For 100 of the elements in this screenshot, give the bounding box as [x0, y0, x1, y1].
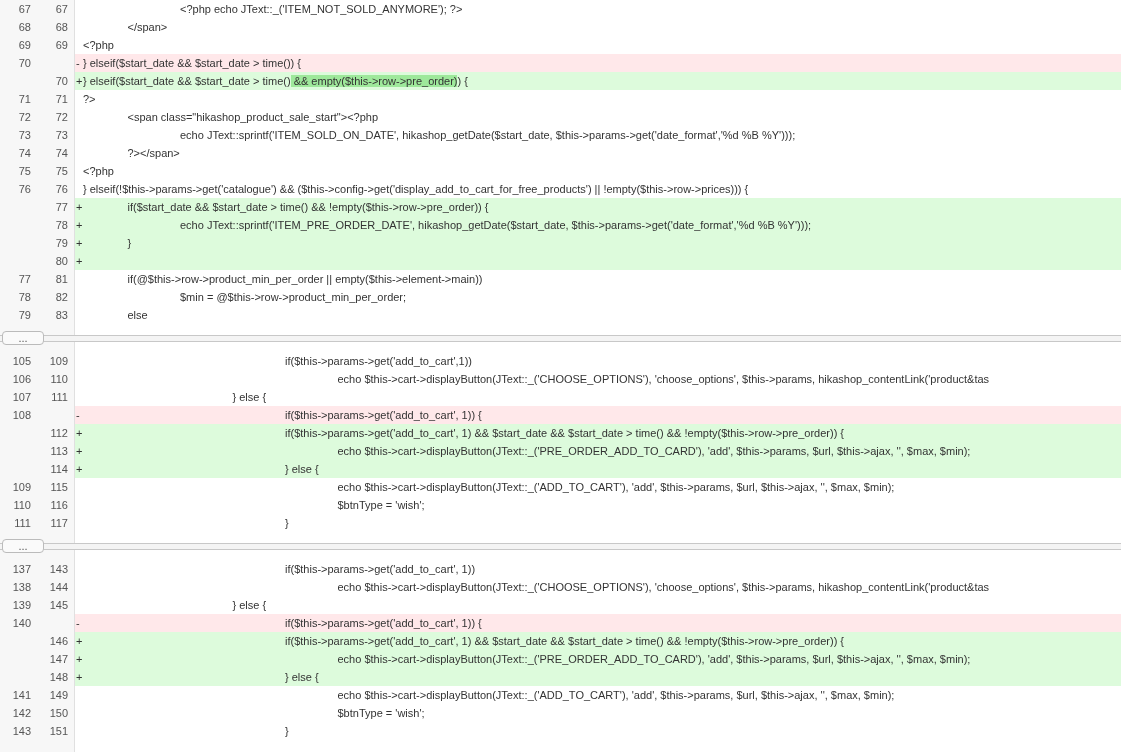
code-line: } else {: [284, 463, 319, 475]
line-number: 111: [14, 517, 31, 529]
code-line: }: [126, 237, 132, 249]
line-number: 114: [50, 463, 68, 475]
line-number: 68: [18, 21, 31, 33]
line-number: 141: [12, 689, 31, 701]
line-number: 79: [55, 237, 68, 249]
line-number: 145: [49, 599, 68, 611]
code-line: } elseif(!$this->params->get('catalogue') && ($this->config->get('display_add_to_cart_for_free_products') || !empty($this->row->prices))) {: [83, 183, 749, 195]
diff-marker: +: [75, 200, 83, 215]
line-number: 109: [12, 481, 31, 493]
code-line: $btnType = 'wish';: [336, 707, 425, 719]
code-line: echo $this->cart->displayButton(JText::_('ADD_TO_CART'), 'add', $this->params, $url, $this->ajax, '', $max, $min);: [336, 689, 895, 701]
line-number: 74: [18, 147, 31, 159]
code-line: } else {: [231, 391, 267, 403]
line-number: 106: [12, 373, 31, 385]
line-number: 75: [18, 165, 31, 177]
line-number: 72: [55, 111, 68, 123]
code-line: echo JText::sprintf('ITEM_SOLD_ON_DATE', hikashop_getDate($start_date, $this->params->get('date_format','%d %B %Y')));: [179, 129, 796, 141]
line-number: 73: [55, 129, 68, 141]
line-number: 76: [55, 183, 68, 195]
code-line: } elseif($start_date && $start_date > time() && empty($this->row->pre_order)) {: [83, 75, 468, 87]
code-line: <?php: [83, 39, 114, 51]
code-line: }: [284, 517, 289, 529]
code-line: echo $this->cart->displayButton(JText::_('PRE_ORDER_ADD_TO_CARD'), 'add', $this->params, $url, $this->ajax, '', $max, $min);: [336, 653, 971, 665]
line-number: 109: [49, 355, 68, 367]
diff-marker: +: [75, 670, 83, 685]
line-number: 147: [49, 653, 68, 665]
diff-marker: -: [75, 616, 81, 631]
code-line: echo $this->cart->displayButton(JText::_('ADD_TO_CART'), 'add', $this->params, $url, $this->ajax, '', $max, $min);: [336, 481, 895, 493]
line-number: 82: [55, 291, 68, 303]
line-number: 68: [55, 21, 68, 33]
line-number: 143: [12, 725, 31, 737]
line-number: 108: [12, 409, 31, 421]
line-number: 138: [12, 581, 31, 593]
code-line: <?php echo JText::_('ITEM_NOT_SOLD_ANYMORE'); ?>: [179, 3, 463, 15]
line-number: 77: [18, 273, 31, 285]
diff-marker: +: [75, 236, 83, 251]
line-number: 137: [12, 563, 31, 575]
diff-marker: +: [75, 218, 83, 233]
diff-marker: -: [75, 56, 81, 71]
line-number: 69: [18, 39, 31, 51]
diff-marker: +: [75, 426, 83, 441]
code-line: echo $this->cart->displayButton(JText::_('CHOOSE_OPTIONS'), 'choose_options', $this->params, hikashop_contentLink('product&tas: [336, 373, 990, 385]
line-number: 71: [55, 93, 68, 105]
diff-marker: -: [75, 408, 81, 423]
code-line: ?>: [83, 93, 96, 105]
code-line: if($this->params->get('add_to_cart', 1) && $start_date && $start_date > time() && !empty($this->row->pre_order)) {: [284, 427, 845, 439]
line-number: 113: [50, 445, 68, 457]
line-number: 70: [55, 75, 68, 87]
line-number: 69: [55, 39, 68, 51]
line-number: 67: [18, 3, 31, 15]
line-number: 79: [18, 309, 31, 321]
line-number: 148: [49, 671, 68, 683]
diff-marker: +: [75, 634, 83, 649]
code-line: $btnType = 'wish';: [336, 499, 425, 511]
line-number: 151: [49, 725, 68, 737]
code-line: }: [284, 725, 289, 737]
line-number: 111: [51, 391, 68, 403]
code-line: if($this->params->get('add_to_cart', 1)) {: [284, 617, 482, 629]
line-number: 83: [55, 309, 68, 321]
line-number: 139: [12, 599, 31, 611]
line-number: 76: [18, 183, 31, 195]
line-number: 80: [55, 255, 68, 267]
line-number: 71: [18, 93, 31, 105]
line-number: 105: [12, 355, 31, 367]
line-number: 116: [50, 499, 68, 511]
line-number: 78: [55, 219, 68, 231]
code-line: if($this->params->get('add_to_cart', 1)): [284, 563, 476, 575]
expand-button[interactable]: ...: [2, 331, 44, 345]
expand-button[interactable]: ...: [2, 539, 44, 553]
line-number: 142: [12, 707, 31, 719]
line-number: 146: [49, 635, 68, 647]
code-line: if(@$this->row->product_min_per_order || empty($this->element->main)): [126, 273, 483, 285]
diff-marker: +: [75, 462, 83, 477]
code-line: echo $this->cart->displayButton(JText::_('PRE_ORDER_ADD_TO_CARD'), 'add', $this->params, $url, $this->ajax, '', $max, $min);: [336, 445, 971, 457]
code-line: else: [126, 309, 148, 321]
diff-marker: +: [75, 444, 83, 459]
line-number: 67: [55, 3, 68, 15]
line-number: 143: [49, 563, 68, 575]
line-number: 110: [50, 373, 68, 385]
code-line: } elseif($start_date && $start_date > time()) {: [83, 57, 301, 69]
line-number: 150: [49, 707, 68, 719]
line-number: 115: [50, 481, 68, 493]
line-number: 73: [18, 129, 31, 141]
line-number: 81: [55, 273, 68, 285]
code-line: if($start_date && $start_date > time() && !empty($this->row->pre_order)) {: [126, 201, 489, 213]
code-line: <span class="hikashop_product_sale_start"><?php: [126, 111, 379, 123]
line-number: 107: [12, 391, 31, 403]
line-number: 77: [55, 201, 68, 213]
code-line: } else {: [231, 599, 267, 611]
code-line: echo $this->cart->displayButton(JText::_('CHOOSE_OPTIONS'), 'choose_options', $this->params, hikashop_contentLink('product&tas: [336, 581, 990, 593]
code-line: if($this->params->get('add_to_cart', 1)) {: [284, 409, 482, 421]
line-number: 70: [18, 57, 31, 69]
code-line: if($this->params->get('add_to_cart',1)): [284, 355, 472, 367]
code-line: $min = @$this->row->product_min_per_order;: [179, 291, 407, 303]
line-number: 75: [55, 165, 68, 177]
line-number: 144: [49, 581, 68, 593]
line-number: 78: [18, 291, 31, 303]
line-number: 72: [18, 111, 31, 123]
